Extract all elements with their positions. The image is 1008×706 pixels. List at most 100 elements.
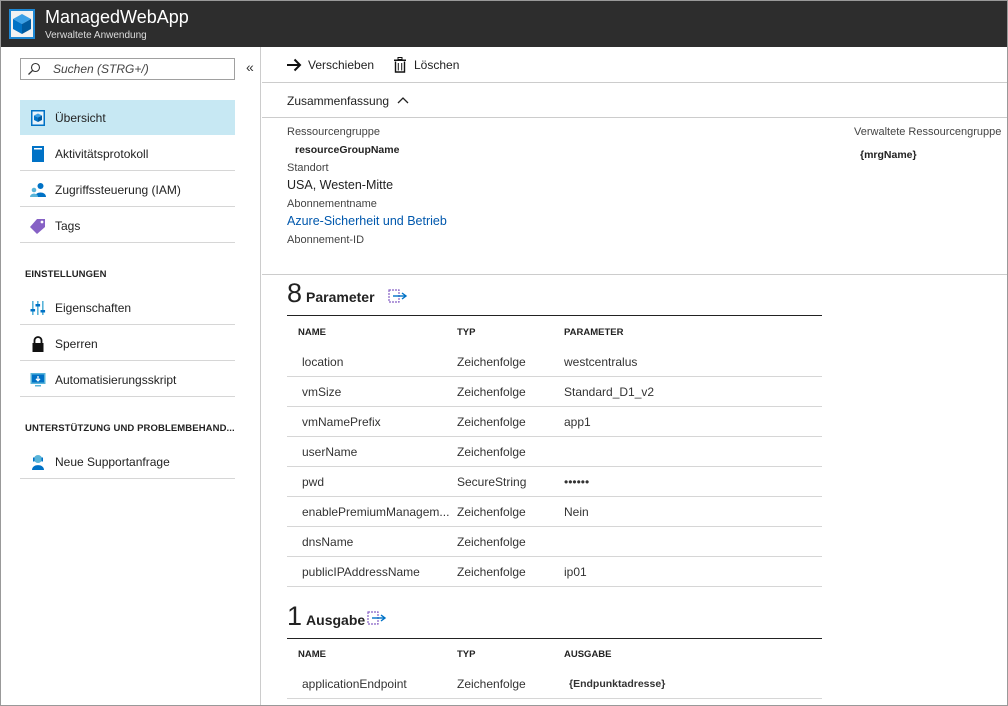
search-input[interactable] bbox=[53, 61, 228, 77]
sidebar-item-properties[interactable]: Eigenschaften bbox=[20, 290, 235, 325]
table-row: vmNamePrefix Zeichenfolge app1 bbox=[287, 407, 822, 437]
sidebar-item-overview[interactable]: Übersicht bbox=[20, 100, 235, 135]
param-value: westcentralus bbox=[564, 355, 638, 369]
automation-script-icon bbox=[30, 373, 46, 387]
iam-icon bbox=[30, 183, 46, 197]
essentials-toggle[interactable]: Zusammenfassung bbox=[262, 83, 1007, 118]
out-col-value-header: AUSGABE bbox=[564, 649, 612, 660]
outputs-heading: Ausgabe bbox=[306, 612, 366, 628]
outputs-icon bbox=[367, 611, 387, 625]
param-type: Zeichenfolge bbox=[457, 535, 526, 549]
param-name: location bbox=[302, 355, 344, 369]
param-value: app1 bbox=[564, 415, 591, 429]
subscription-name-label: Abonnementname bbox=[287, 198, 377, 210]
managed-resource-group-label: Verwaltete Ressourcengruppe bbox=[854, 126, 1002, 138]
search-icon bbox=[28, 62, 41, 75]
sidebar-item-label: Zugriffssteuerung (IAM) bbox=[55, 183, 181, 197]
sidebar-item-locks[interactable]: Sperren bbox=[20, 326, 235, 361]
param-name: vmNamePrefix bbox=[302, 415, 381, 429]
out-col-type-header: TYP bbox=[457, 649, 476, 660]
output-value: {Endpunktadresse} bbox=[569, 678, 666, 690]
sidebar-item-label: Neue Supportanfrage bbox=[55, 455, 170, 469]
param-value: ip01 bbox=[564, 565, 587, 579]
arrow-right-icon bbox=[287, 58, 302, 72]
properties-icon bbox=[30, 301, 46, 315]
delete-button-label: Löschen bbox=[414, 58, 460, 72]
table-row: publicIPAddressName Zeichenfolge ip01 bbox=[287, 557, 822, 587]
delete-button[interactable]: Löschen bbox=[392, 57, 462, 73]
param-name: vmSize bbox=[302, 385, 342, 399]
location-label: Standort bbox=[287, 162, 329, 174]
param-type: SecureString bbox=[457, 475, 527, 489]
app-title: ManagedWebApp bbox=[45, 7, 189, 27]
sidebar-item-automation-script[interactable]: Automatisierungsskript bbox=[20, 362, 235, 397]
param-name: userName bbox=[302, 445, 358, 459]
blade-header: ManagedWebApp Verwaltete Anwendung bbox=[1, 1, 1007, 47]
out-col-name-header: NAME bbox=[298, 649, 326, 660]
col-name-header: NAME bbox=[298, 327, 326, 338]
parameters-title: 8 Parameter bbox=[287, 278, 375, 309]
resource-group-value: resourceGroupName bbox=[295, 144, 400, 156]
chevron-up-icon bbox=[397, 97, 409, 104]
parameters-header-rule bbox=[287, 315, 822, 316]
param-type: Zeichenfolge bbox=[457, 415, 526, 429]
param-name: enablePremiumManagem... bbox=[302, 505, 450, 519]
table-row: vmSize Zeichenfolge Standard_D1_v2 bbox=[287, 377, 822, 407]
app-window: ManagedWebApp Verwaltete Anwendung « Übe… bbox=[0, 0, 1008, 706]
table-row: dnsName Zeichenfolge bbox=[287, 527, 822, 557]
location-value: USA, Westen-Mitte bbox=[287, 178, 394, 192]
command-bar: Verschieben Löschen bbox=[262, 47, 1007, 83]
overview-icon bbox=[31, 110, 45, 126]
sidebar-item-label: Sperren bbox=[55, 337, 98, 351]
section-support-label: UNTERSTÜTZUNG UND PROBLEMBEHAND... bbox=[25, 423, 235, 434]
parameters-icon bbox=[388, 289, 408, 303]
sidebar-item-activity-log[interactable]: Aktivitätsprotokoll bbox=[20, 136, 235, 171]
divider bbox=[262, 274, 1007, 275]
search-box[interactable] bbox=[20, 58, 235, 80]
sidebar-item-iam[interactable]: Zugriffssteuerung (IAM) bbox=[20, 172, 235, 207]
resource-group-label: Ressourcengruppe bbox=[287, 126, 380, 138]
param-type: Zeichenfolge bbox=[457, 565, 526, 579]
managed-resource-group-value: {mrgName} bbox=[860, 149, 917, 161]
move-button-label: Verschieben bbox=[308, 58, 375, 72]
param-name: dnsName bbox=[302, 535, 354, 549]
param-name: pwd bbox=[302, 475, 325, 489]
sidebar-item-label: Automatisierungsskript bbox=[55, 373, 177, 387]
table-row: enablePremiumManagem... Zeichenfolge Nei… bbox=[287, 497, 822, 527]
param-value: Nein bbox=[564, 505, 589, 519]
param-value: •••••• bbox=[564, 475, 590, 489]
section-settings-label: EINSTELLUNGEN bbox=[25, 269, 107, 280]
sidebar-item-new-support-request[interactable]: Neue Supportanfrage bbox=[20, 444, 235, 479]
param-type: Zeichenfolge bbox=[457, 505, 526, 519]
output-type: Zeichenfolge bbox=[457, 677, 526, 691]
move-button[interactable]: Verschieben bbox=[286, 57, 376, 73]
lock-icon bbox=[32, 336, 44, 352]
collapse-sidebar-button[interactable]: « bbox=[246, 59, 254, 75]
outputs-header-rule bbox=[287, 638, 822, 639]
sidebar-item-label: Tags bbox=[55, 219, 81, 233]
param-name: publicIPAddressName bbox=[302, 565, 420, 579]
outputs-count: 1 bbox=[287, 601, 303, 631]
activity-log-icon bbox=[32, 146, 44, 162]
output-name: applicationEndpoint bbox=[302, 677, 407, 691]
param-value: Standard_D1_v2 bbox=[564, 385, 655, 399]
trash-icon bbox=[394, 57, 406, 73]
table-row: pwd SecureString •••••• bbox=[287, 467, 822, 497]
sidebar-item-tags[interactable]: Tags bbox=[20, 208, 235, 243]
param-type: Zeichenfolge bbox=[457, 445, 526, 459]
parameters-count: 8 bbox=[287, 278, 303, 308]
col-value-header: PARAMETER bbox=[564, 327, 624, 338]
essentials-label: Zusammenfassung bbox=[287, 94, 390, 108]
col-type-header: TYP bbox=[457, 327, 476, 338]
sidebar-item-label: Übersicht bbox=[55, 111, 106, 125]
parameters-heading: Parameter bbox=[306, 289, 375, 305]
table-row: location Zeichenfolge westcentralus bbox=[287, 347, 822, 377]
param-type: Zeichenfolge bbox=[457, 355, 526, 369]
sidebar: « Übersicht Aktivitätsprotokoll bbox=[1, 47, 261, 705]
param-type: Zeichenfolge bbox=[457, 385, 526, 399]
subscription-name-link[interactable]: Azure-Sicherheit und Betrieb bbox=[287, 214, 447, 228]
managed-app-cube-icon bbox=[9, 9, 35, 39]
app-subtitle: Verwaltete Anwendung bbox=[45, 30, 147, 41]
subscription-id-label: Abonnement-ID bbox=[287, 234, 365, 246]
support-icon bbox=[32, 455, 44, 470]
